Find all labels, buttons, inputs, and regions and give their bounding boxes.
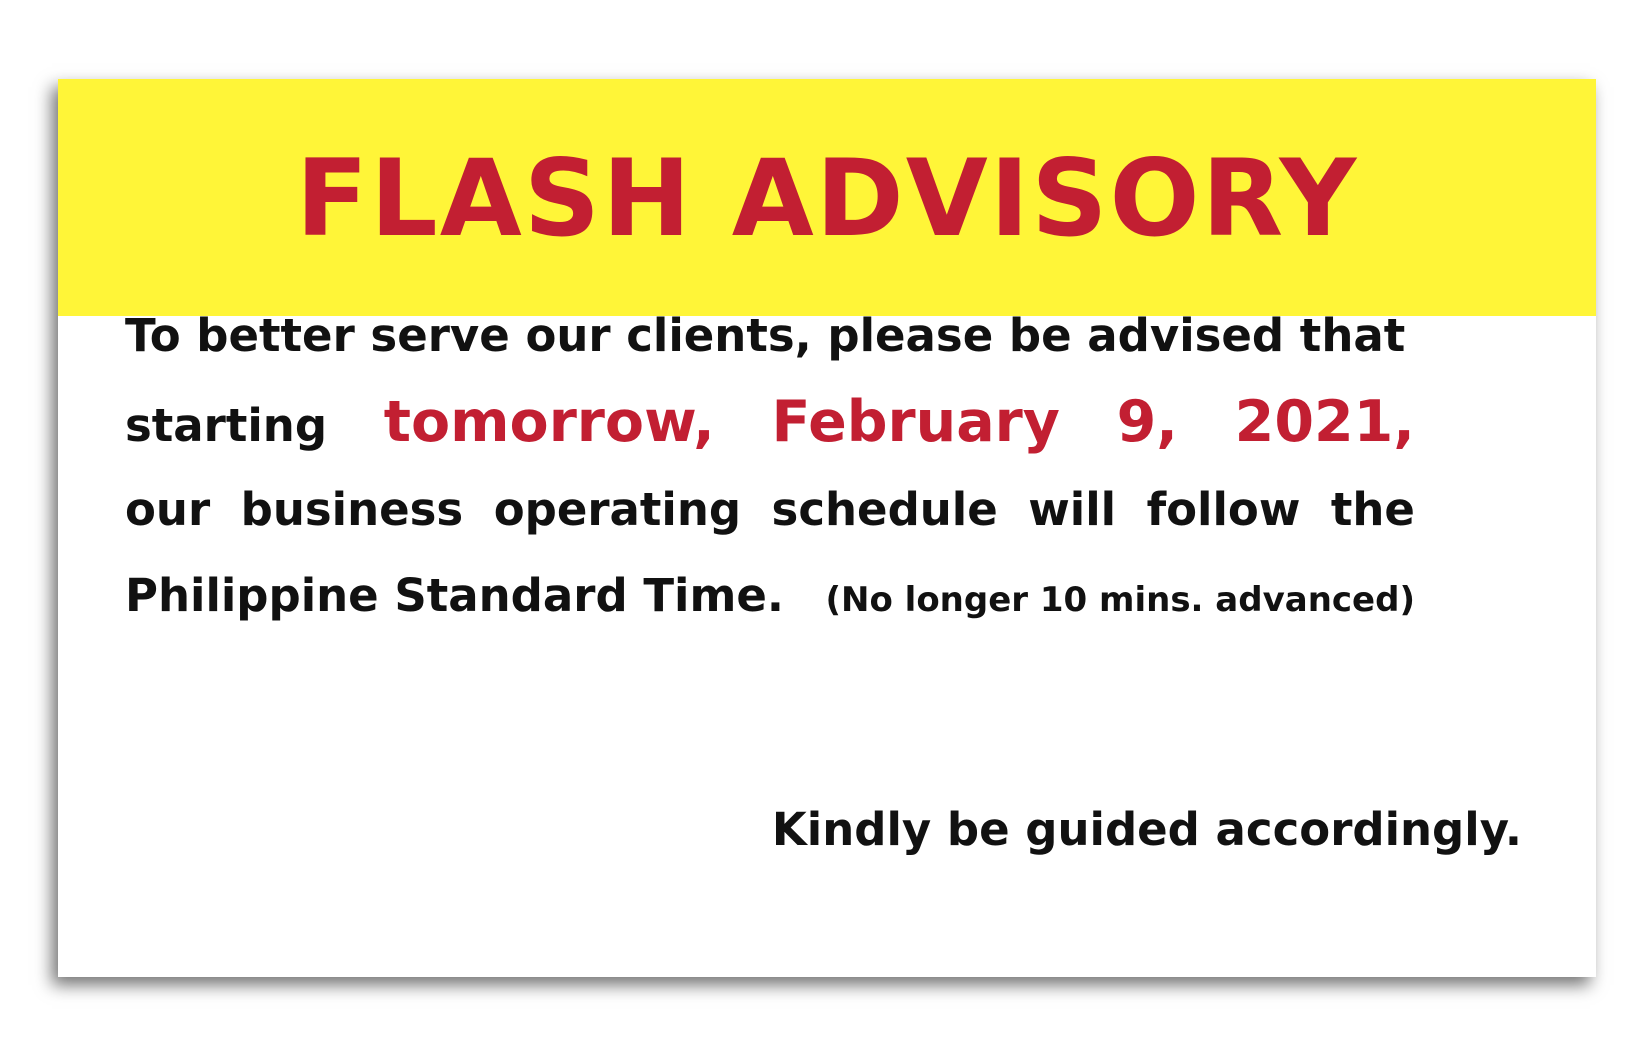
advisory-word: business [240, 483, 464, 536]
advisory-word: operating [493, 483, 742, 536]
advisory-starting-word: starting [125, 399, 328, 452]
advisory-title: FLASH ADVISORY [295, 137, 1359, 260]
advisory-closing: Kindly be guided accordingly. [771, 803, 1522, 856]
advisory-line-4: Philippine Standard Time. (No longer 10 … [125, 553, 1415, 639]
advisory-word: will [1028, 483, 1117, 536]
advisory-banner: FLASH ADVISORY [58, 79, 1596, 316]
advisory-word: our [125, 483, 211, 536]
highlight-date-word: 2021, [1234, 389, 1415, 455]
advisory-word: schedule [771, 483, 998, 536]
advisory-line-3: our business operating schedule will fol… [125, 467, 1415, 553]
highlight-date-word: February [771, 389, 1060, 455]
advisory-note: (No longer 10 mins. advanced) [825, 580, 1415, 620]
advisory-word: the [1330, 483, 1415, 536]
advisory-word: follow [1146, 483, 1301, 536]
highlight-date-word: tomorrow, [383, 389, 715, 455]
advisory-line-2: starting tomorrow, February 9, 2021, [125, 377, 1415, 467]
advisory-body: To better serve our clients, please be a… [125, 295, 1415, 639]
advisory-pst-text: Philippine Standard Time. [125, 569, 784, 622]
highlight-date-word: 9, [1116, 389, 1178, 455]
advisory-line-1: To better serve our clients, please be a… [125, 309, 1406, 362]
